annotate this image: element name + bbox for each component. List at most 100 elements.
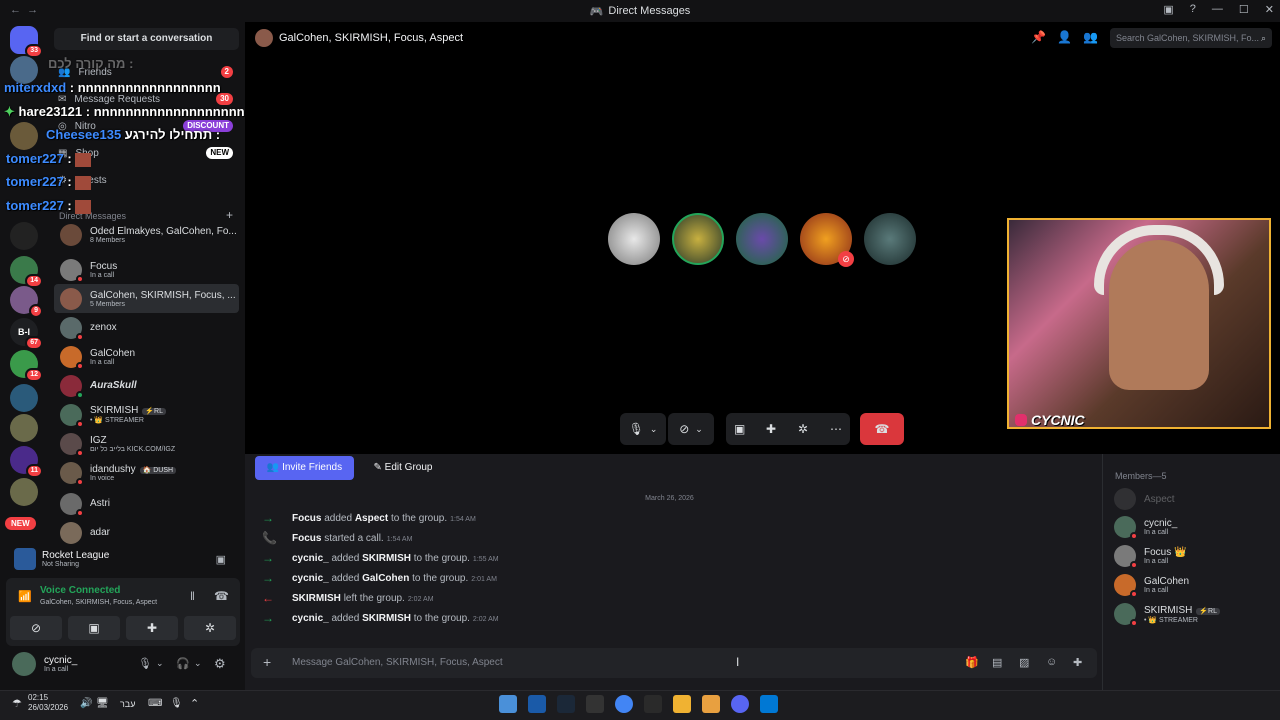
edit-group-button[interactable]: ✎ Edit Group bbox=[362, 456, 444, 480]
dm-item[interactable]: AuraSkull bbox=[54, 371, 239, 400]
steam-icon[interactable] bbox=[557, 695, 575, 713]
apps-icon[interactable]: ✚ bbox=[1073, 656, 1082, 669]
disconnect-button[interactable]: ☎ bbox=[860, 413, 904, 445]
disconnect-icon[interactable]: ☎ bbox=[214, 589, 229, 603]
member-item[interactable]: cycnic_ In a call bbox=[1114, 514, 1274, 540]
msg-target[interactable]: Aspect bbox=[355, 513, 388, 524]
participant-avatar[interactable] bbox=[608, 213, 660, 265]
server-icon[interactable]: 9 bbox=[10, 286, 43, 318]
server-icon[interactable] bbox=[10, 222, 38, 250]
share-screen-icon[interactable]: ▣ bbox=[216, 553, 226, 566]
epic-games-icon[interactable] bbox=[644, 695, 662, 713]
dm-item[interactable]: Focus In a call bbox=[54, 255, 239, 284]
soundboard-icon[interactable]: ✲ bbox=[798, 422, 808, 436]
server-icon[interactable]: B-I 67 bbox=[10, 318, 43, 350]
msg-who[interactable]: SKIRMISH bbox=[292, 593, 341, 604]
inbox-icon[interactable]: ▣ bbox=[1163, 3, 1173, 16]
emoji-icon[interactable]: ☺ bbox=[1046, 656, 1057, 668]
dm-item[interactable]: Oded Elmakyes, GalCohen, Fo... 8 Members bbox=[54, 220, 239, 249]
mic-tray-icon[interactable]: 🎙 bbox=[170, 698, 183, 709]
add-friends-icon[interactable]: 👤 bbox=[1057, 30, 1072, 44]
rocket-league-icon[interactable] bbox=[528, 695, 546, 713]
camera-button[interactable]: ⊘ ⌄ bbox=[668, 413, 714, 445]
msg-who[interactable]: cycnic_ bbox=[292, 613, 329, 624]
add-attachment-icon[interactable]: + bbox=[263, 654, 271, 670]
server-icon[interactable]: 14 bbox=[10, 256, 43, 288]
dm-item[interactable]: adar bbox=[54, 518, 239, 547]
search-input[interactable]: Search GalCohen, SKIRMISH, Fo... ⌕ bbox=[1110, 28, 1272, 48]
mute-button[interactable]: 🎙 ⌄ bbox=[620, 413, 666, 445]
help-icon[interactable]: ? bbox=[1190, 3, 1196, 16]
find-conversation-button[interactable]: Find or start a conversation bbox=[54, 28, 239, 50]
member-item[interactable]: Aspect bbox=[1114, 486, 1274, 512]
windows-start-icon[interactable] bbox=[760, 695, 778, 713]
dm-item-selected[interactable]: GalCohen, SKIRMISH, Focus, ... 5 Members bbox=[54, 284, 239, 313]
notepad-icon[interactable] bbox=[499, 695, 517, 713]
dm-item[interactable]: zenox bbox=[54, 313, 239, 342]
headphones-icon[interactable]: 🎧 bbox=[176, 657, 190, 670]
close-button[interactable]: ✕ bbox=[1265, 3, 1274, 16]
microphone-icon[interactable]: 🎙 bbox=[138, 657, 152, 670]
msg-who[interactable]: cycnic_ bbox=[292, 553, 329, 564]
weather-icon[interactable]: ☂ bbox=[12, 697, 22, 710]
maximize-button[interactable]: ☐ bbox=[1239, 3, 1249, 16]
message-input[interactable]: + Message GalCohen, SKIRMISH, Focus, Asp… bbox=[251, 648, 1097, 678]
clock[interactable]: 02:15 26/03/2026 bbox=[28, 693, 68, 713]
participant-avatar[interactable] bbox=[736, 213, 788, 265]
more-icon[interactable]: ⋯ bbox=[830, 422, 842, 436]
home-button[interactable]: 33 bbox=[10, 26, 43, 58]
avatar[interactable] bbox=[12, 652, 36, 676]
screen-share-icon[interactable]: ▣ bbox=[734, 422, 745, 436]
chrome-icon[interactable] bbox=[615, 695, 633, 713]
msg-who[interactable]: Focus bbox=[292, 513, 321, 524]
dm-item[interactable]: idandushy 🏠 DUSH In voice bbox=[54, 458, 239, 487]
channel-title[interactable]: GalCohen, SKIRMISH, Focus, Aspect bbox=[279, 32, 463, 44]
volume-icon[interactable]: 🔊 bbox=[80, 698, 92, 709]
server-icon[interactable]: 12 bbox=[10, 350, 43, 382]
voice-channel[interactable]: GalCohen, SKIRMISH, Focus, Aspect bbox=[40, 599, 157, 606]
server-icon[interactable]: 11 bbox=[10, 446, 43, 478]
gift-icon[interactable]: 🎁 bbox=[965, 656, 979, 669]
signal-icon[interactable]: 📶 bbox=[18, 590, 32, 603]
settings-gear-icon[interactable]: ⚙ bbox=[214, 656, 226, 672]
msg-target[interactable]: SKIRMISH bbox=[362, 553, 411, 564]
dm-item[interactable]: SKIRMISH ⚡RL • 👑 STREAMER bbox=[54, 400, 239, 429]
participant-avatar[interactable] bbox=[864, 213, 916, 265]
server-icon[interactable] bbox=[10, 414, 38, 442]
soundboard-button[interactable]: ✲ bbox=[184, 616, 236, 640]
file-explorer-icon[interactable] bbox=[673, 695, 691, 713]
invite-friends-button[interactable]: 👥 Invite Friends bbox=[255, 456, 354, 480]
member-item[interactable]: GalCohen In a call bbox=[1114, 572, 1274, 598]
activities-icon[interactable]: ✚ bbox=[766, 422, 776, 436]
server-icon[interactable] bbox=[10, 384, 38, 412]
dm-item[interactable]: Astri bbox=[54, 489, 239, 518]
msg-target[interactable]: GalCohen bbox=[362, 573, 409, 584]
language-indicator[interactable]: עבר bbox=[120, 699, 135, 709]
network-icon[interactable]: 🖥 bbox=[96, 698, 109, 709]
activities-button[interactable]: ✚ bbox=[126, 616, 178, 640]
participant-avatar-speaking[interactable] bbox=[672, 213, 724, 265]
participant-avatar[interactable]: ⊘ bbox=[800, 213, 854, 267]
members-icon[interactable]: 👥 bbox=[1083, 30, 1098, 44]
msg-who[interactable]: cycnic_ bbox=[292, 573, 329, 584]
dm-item[interactable]: IGZ בלייב כל יום KICK.COM/IGZ bbox=[54, 429, 239, 458]
mm-app-icon[interactable] bbox=[586, 695, 604, 713]
minimize-button[interactable]: — bbox=[1212, 3, 1223, 16]
folder-icon[interactable] bbox=[702, 695, 720, 713]
camera-off-button[interactable]: ⊘ bbox=[10, 616, 62, 640]
server-icon[interactable] bbox=[10, 478, 38, 506]
nav-arrows[interactable]: ← → bbox=[10, 4, 38, 16]
msg-who[interactable]: Focus bbox=[292, 533, 321, 544]
member-item[interactable]: SKIRMISH ⚡RL • 👑 STREAMER bbox=[1114, 601, 1274, 627]
chevron-down-icon[interactable]: ⌄ bbox=[194, 658, 202, 669]
chevron-down-icon[interactable]: ⌄ bbox=[156, 658, 164, 669]
dm-item[interactable]: GalCohen In a call bbox=[54, 342, 239, 371]
screen-share-button[interactable]: ▣ bbox=[68, 616, 120, 640]
msg-target[interactable]: SKIRMISH bbox=[362, 613, 411, 624]
pin-icon[interactable]: 📌 bbox=[1031, 30, 1046, 44]
noise-suppression-icon[interactable]: ‖ bbox=[190, 589, 195, 603]
discord-taskbar-icon[interactable] bbox=[731, 695, 749, 713]
keyboard-icon[interactable]: ⌨ bbox=[148, 698, 162, 709]
chevron-up-icon[interactable]: ⌃ bbox=[190, 697, 199, 710]
member-item[interactable]: Focus 👑 In a call bbox=[1114, 543, 1274, 569]
